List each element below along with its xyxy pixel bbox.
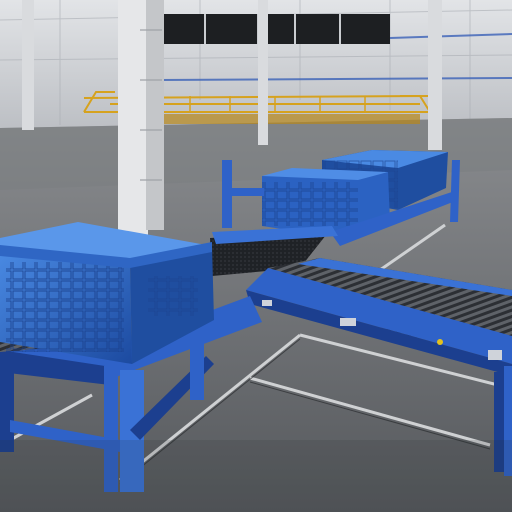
window-band: [162, 14, 390, 44]
floor-shadow: [0, 440, 512, 512]
scene-illustration: [0, 0, 512, 512]
warehouse-scene: [0, 0, 512, 512]
steel-column: [118, 0, 164, 235]
